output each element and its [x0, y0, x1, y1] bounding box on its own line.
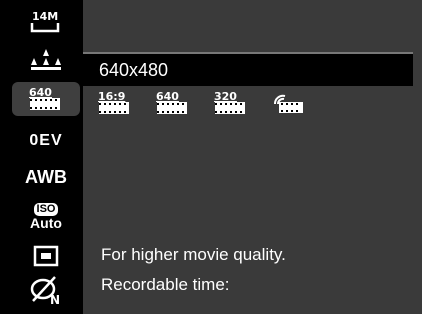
option-description: For higher movie quality. Recordable tim… — [83, 232, 413, 314]
description-line-2: Recordable time: — [101, 275, 230, 294]
option-640-icon[interactable]: 640 — [155, 90, 191, 116]
option-320-icon[interactable]: 320 — [213, 90, 249, 116]
selected-option-title: 640x480 — [83, 52, 413, 86]
description-line-1: For higher movie quality. — [101, 245, 286, 264]
metering-icon — [33, 245, 59, 267]
svg-text:N: N — [50, 293, 60, 306]
panel-header — [83, 0, 422, 47]
movie-size-options: 16:9 640 320 — [83, 86, 422, 120]
image-size-icon: 14M — [30, 10, 60, 33]
sidebar-item-metering[interactable] — [12, 239, 80, 273]
svg-text:14M: 14M — [32, 10, 58, 23]
option-16-9-icon[interactable]: 16:9 — [97, 90, 133, 116]
sidebar-item-white-balance[interactable]: AWB — [12, 160, 80, 194]
sidebar-item-quality[interactable] — [12, 42, 80, 76]
option-web-icon[interactable] — [271, 90, 307, 116]
sidebar-item-exposure[interactable]: 0EV — [12, 124, 80, 158]
sidebar-item-movie-size[interactable]: 640 — [12, 82, 80, 116]
sidebar-item-scene[interactable]: N — [12, 273, 80, 307]
movie-size-panel: 640x480 16:9 640 320 For higher movie qu… — [83, 0, 422, 314]
white-balance-label: AWB — [25, 166, 67, 187]
exposure-label: 0EV — [29, 132, 63, 149]
settings-sidebar: 14M 640 0EV AWB ISO Auto N — [0, 0, 83, 314]
sidebar-item-iso[interactable]: ISO Auto — [12, 197, 80, 237]
selected-option-label: 640x480 — [99, 59, 169, 80]
iso-value: Auto — [30, 215, 62, 231]
sidebar-item-image-size[interactable]: 14M — [12, 4, 80, 38]
quality-icon — [31, 49, 61, 70]
movie-size-icon: 640 — [28, 86, 64, 112]
no-flash-icon: N — [30, 276, 60, 306]
